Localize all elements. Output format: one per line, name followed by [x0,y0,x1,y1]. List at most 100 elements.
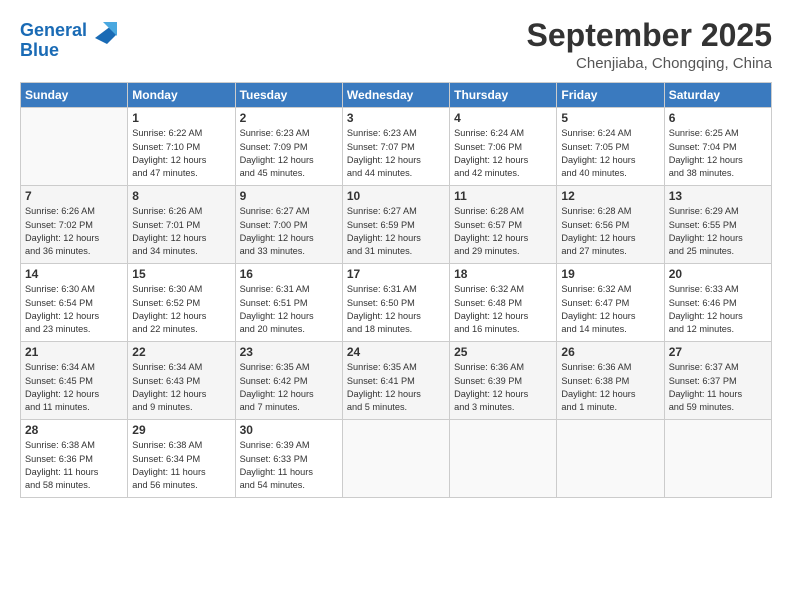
day-info: Sunrise: 6:36 AM Sunset: 6:39 PM Dayligh… [454,361,552,414]
calendar-cell: 1Sunrise: 6:22 AM Sunset: 7:10 PM Daylig… [128,108,235,186]
page: General Blue September 2025 Chenjiaba, C… [0,0,792,612]
day-info: Sunrise: 6:35 AM Sunset: 6:42 PM Dayligh… [240,361,338,414]
day-number: 2 [240,111,338,125]
calendar-cell: 9Sunrise: 6:27 AM Sunset: 7:00 PM Daylig… [235,186,342,264]
day-number: 3 [347,111,445,125]
header: General Blue September 2025 Chenjiaba, C… [20,18,772,72]
calendar-cell: 21 Sunrise: 6:34 AM Sunset: 6:45 PM Dayli… [21,342,128,420]
day-number: 1 [132,111,230,125]
calendar-cell [557,420,664,498]
day-info: Sunrise: 6:31 AM Sunset: 6:50 PM Dayligh… [347,283,445,336]
calendar-cell [342,420,449,498]
day-info: Sunrise: 6:32 AM Sunset: 6:48 PM Dayligh… [454,283,552,336]
calendar-week-row: 1Sunrise: 6:22 AM Sunset: 7:10 PM Daylig… [21,108,772,186]
calendar-cell: 12Sunrise: 6:28 AM Sunset: 6:56 PM Dayli… [557,186,664,264]
day-info: Sunrise: 6:23 AM Sunset: 7:07 PM Dayligh… [347,127,445,180]
day-number: 14 [25,267,123,281]
calendar-cell: 10Sunrise: 6:27 AM Sunset: 6:59 PM Dayli… [342,186,449,264]
calendar-week-row: 21 Sunrise: 6:34 AM Sunset: 6:45 PM Dayli… [21,342,772,420]
calendar-week-row: 7Sunrise: 6:26 AM Sunset: 7:02 PM Daylig… [21,186,772,264]
day-number: 15 [132,267,230,281]
calendar-cell: 22 Sunrise: 6:34 AM Sunset: 6:43 PM Dayli… [128,342,235,420]
calendar-cell: 15 Sunrise: 6:30 AM Sunset: 6:52 PM Dayli… [128,264,235,342]
logo-line1: General [20,20,87,40]
day-number: 26 [561,345,659,359]
day-info: Sunrise: 6:30 AM Sunset: 6:52 PM Dayligh… [132,283,230,336]
calendar-cell: 11 Sunrise: 6:28 AM Sunset: 6:57 PM Dayli… [450,186,557,264]
calendar-cell: 13 Sunrise: 6:29 AM Sunset: 6:55 PM Dayli… [664,186,771,264]
day-number: 30 [240,423,338,437]
day-number: 11 [454,189,552,203]
calendar-cell: 24 Sunrise: 6:35 AM Sunset: 6:41 PM Dayli… [342,342,449,420]
day-number: 18 [454,267,552,281]
logo-text: General [20,21,87,41]
calendar-cell: 26 Sunrise: 6:36 AM Sunset: 6:38 PM Dayli… [557,342,664,420]
day-info: Sunrise: 6:34 AM Sunset: 6:45 PM Dayligh… [25,361,123,414]
month-title: September 2025 [527,18,772,53]
day-number: 29 [132,423,230,437]
day-info: Sunrise: 6:29 AM Sunset: 6:55 PM Dayligh… [669,205,767,258]
calendar-cell: 14 Sunrise: 6:30 AM Sunset: 6:54 PM Dayli… [21,264,128,342]
calendar-cell [21,108,128,186]
calendar-cell: 5 Sunrise: 6:24 AM Sunset: 7:05 PM Daylig… [557,108,664,186]
day-number: 25 [454,345,552,359]
logo: General Blue [20,18,117,61]
calendar-cell [450,420,557,498]
weekday-header: Friday [557,83,664,108]
day-info: Sunrise: 6:24 AM Sunset: 7:05 PM Dayligh… [561,127,659,180]
calendar-cell: 4 Sunrise: 6:24 AM Sunset: 7:06 PM Daylig… [450,108,557,186]
day-number: 17 [347,267,445,281]
day-number: 27 [669,345,767,359]
day-number: 4 [454,111,552,125]
day-info: Sunrise: 6:23 AM Sunset: 7:09 PM Dayligh… [240,127,338,180]
day-info: Sunrise: 6:31 AM Sunset: 6:51 PM Dayligh… [240,283,338,336]
weekday-header-row: SundayMondayTuesdayWednesdayThursdayFrid… [21,83,772,108]
day-info: Sunrise: 6:36 AM Sunset: 6:38 PM Dayligh… [561,361,659,414]
day-info: Sunrise: 6:39 AM Sunset: 6:33 PM Dayligh… [240,439,338,492]
day-info: Sunrise: 6:26 AM Sunset: 7:01 PM Dayligh… [132,205,230,258]
calendar-cell: 6Sunrise: 6:25 AM Sunset: 7:04 PM Daylig… [664,108,771,186]
day-number: 16 [240,267,338,281]
day-number: 6 [669,111,767,125]
weekday-header: Saturday [664,83,771,108]
calendar-cell: 2 Sunrise: 6:23 AM Sunset: 7:09 PM Daylig… [235,108,342,186]
calendar-cell: 17 Sunrise: 6:31 AM Sunset: 6:50 PM Dayli… [342,264,449,342]
calendar-cell: 3 Sunrise: 6:23 AM Sunset: 7:07 PM Daylig… [342,108,449,186]
day-info: Sunrise: 6:32 AM Sunset: 6:47 PM Dayligh… [561,283,659,336]
day-info: Sunrise: 6:33 AM Sunset: 6:46 PM Dayligh… [669,283,767,336]
day-info: Sunrise: 6:24 AM Sunset: 7:06 PM Dayligh… [454,127,552,180]
day-info: Sunrise: 6:28 AM Sunset: 6:57 PM Dayligh… [454,205,552,258]
weekday-header: Wednesday [342,83,449,108]
day-number: 20 [669,267,767,281]
day-number: 8 [132,189,230,203]
calendar-cell: 18 Sunrise: 6:32 AM Sunset: 6:48 PM Dayli… [450,264,557,342]
location-title: Chenjiaba, Chongqing, China [527,55,772,72]
day-number: 24 [347,345,445,359]
day-number: 22 [132,345,230,359]
day-info: Sunrise: 6:27 AM Sunset: 6:59 PM Dayligh… [347,205,445,258]
day-info: Sunrise: 6:35 AM Sunset: 6:41 PM Dayligh… [347,361,445,414]
calendar-cell: 29 Sunrise: 6:38 AM Sunset: 6:34 PM Dayli… [128,420,235,498]
day-info: Sunrise: 6:38 AM Sunset: 6:34 PM Dayligh… [132,439,230,492]
day-info: Sunrise: 6:37 AM Sunset: 6:37 PM Dayligh… [669,361,767,414]
day-info: Sunrise: 6:34 AM Sunset: 6:43 PM Dayligh… [132,361,230,414]
calendar-cell: 7Sunrise: 6:26 AM Sunset: 7:02 PM Daylig… [21,186,128,264]
calendar-cell: 25 Sunrise: 6:36 AM Sunset: 6:39 PM Dayli… [450,342,557,420]
day-number: 21 [25,345,123,359]
calendar-cell: 20 Sunrise: 6:33 AM Sunset: 6:46 PM Dayli… [664,264,771,342]
logo-icon [89,16,117,44]
calendar-cell: 28Sunrise: 6:38 AM Sunset: 6:36 PM Dayli… [21,420,128,498]
day-number: 5 [561,111,659,125]
day-number: 28 [25,423,123,437]
day-info: Sunrise: 6:28 AM Sunset: 6:56 PM Dayligh… [561,205,659,258]
day-info: Sunrise: 6:26 AM Sunset: 7:02 PM Dayligh… [25,205,123,258]
calendar-cell: 30 Sunrise: 6:39 AM Sunset: 6:33 PM Dayli… [235,420,342,498]
day-info: Sunrise: 6:30 AM Sunset: 6:54 PM Dayligh… [25,283,123,336]
day-number: 13 [669,189,767,203]
day-info: Sunrise: 6:27 AM Sunset: 7:00 PM Dayligh… [240,205,338,258]
calendar-cell: 8 Sunrise: 6:26 AM Sunset: 7:01 PM Daylig… [128,186,235,264]
title-block: September 2025 Chenjiaba, Chongqing, Chi… [527,18,772,72]
calendar-cell: 27 Sunrise: 6:37 AM Sunset: 6:37 PM Dayli… [664,342,771,420]
weekday-header: Monday [128,83,235,108]
day-number: 19 [561,267,659,281]
